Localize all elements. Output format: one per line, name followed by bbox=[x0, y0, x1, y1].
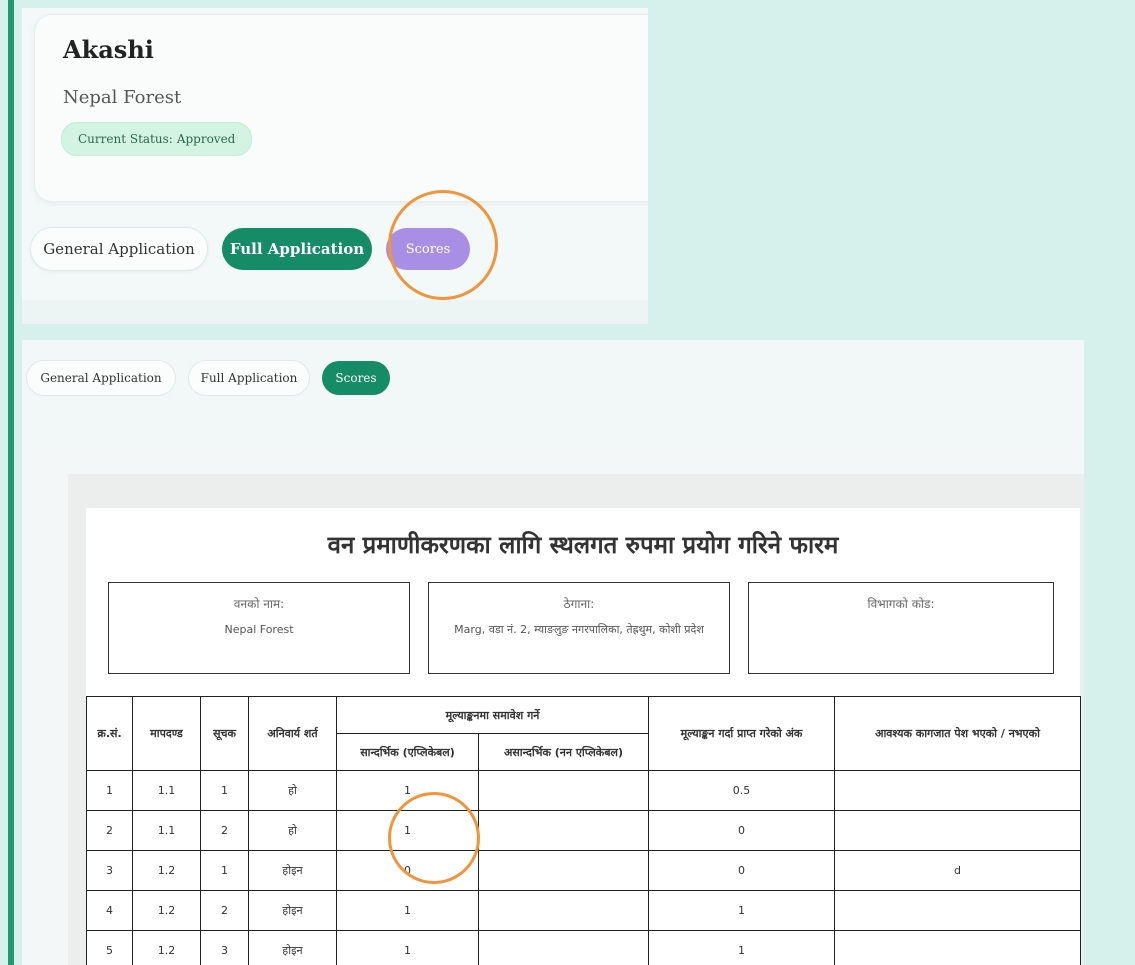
cell-indicator: 1 bbox=[200, 850, 249, 891]
cell-criteria: 1.1 bbox=[132, 810, 201, 851]
tab-scores[interactable]: Scores bbox=[386, 228, 470, 270]
address-box: ठेगाना: Marg, वडा नं. 2, म्याङलुङ नगरपाल… bbox=[428, 582, 730, 674]
cell-criteria: 1.2 bbox=[132, 850, 201, 891]
cell-mandatory: हो bbox=[248, 770, 337, 811]
header-applicable: सान्दर्भिक (एप्लिकेबल) bbox=[336, 733, 479, 771]
applicant-card: Akashi Nepal Forest Current Status: Appr… bbox=[34, 14, 648, 202]
tab-general-application[interactable]: General Application bbox=[30, 227, 208, 271]
cell-not-applicable bbox=[478, 890, 649, 931]
cell-not-applicable bbox=[478, 930, 649, 965]
cell-sn: 1 bbox=[86, 770, 133, 811]
tab-general-application[interactable]: General Application bbox=[26, 360, 176, 396]
cell-sn: 3 bbox=[86, 850, 133, 891]
cell-applicable: 1 bbox=[336, 930, 479, 965]
cell-applicable: 1 bbox=[336, 810, 479, 851]
cell-score: 0 bbox=[648, 850, 835, 891]
header-include-group: मूल्याङ्कनमा समावेश गर्ने bbox=[336, 696, 649, 734]
dept-code-label: विभागको कोड: bbox=[867, 597, 935, 611]
cell-not-applicable bbox=[478, 810, 649, 851]
forest-name: Nepal Forest bbox=[63, 87, 182, 108]
scores-panel: General Application Full Application Sco… bbox=[22, 340, 1084, 965]
table-row: 2 1.1 2 हो 1 0 bbox=[86, 810, 1081, 851]
cell-not-applicable bbox=[478, 850, 649, 891]
cell-score: 0 bbox=[648, 810, 835, 851]
cell-mandatory: होइन bbox=[248, 930, 337, 965]
dept-code-box: विभागको कोड: bbox=[748, 582, 1054, 674]
cell-applicable: 0 bbox=[336, 850, 479, 891]
cell-docs: d bbox=[834, 850, 1081, 891]
forest-name-box: वनको नाम: Nepal Forest bbox=[108, 582, 410, 674]
cell-applicable: 1 bbox=[336, 770, 479, 811]
table-row: 3 1.2 1 होइन 0 0 d bbox=[86, 850, 1081, 891]
forest-name-label: वनको नाम: bbox=[233, 597, 285, 611]
score-form-document: वन प्रमाणीकरणका लागि स्थलगत रुपमा प्रयोग… bbox=[86, 508, 1081, 965]
cell-indicator: 3 bbox=[200, 930, 249, 965]
cell-docs bbox=[834, 810, 1081, 851]
left-accent-bar bbox=[8, 0, 14, 965]
cell-mandatory: होइन bbox=[248, 890, 337, 931]
table-row: 4 1.2 2 होइन 1 1 bbox=[86, 890, 1081, 931]
application-tabs-2: General Application Full Application Sco… bbox=[26, 360, 402, 396]
scores-table: क्र.सं. मापदण्ड सूचक अनिवार्य शर्त मूल्य… bbox=[86, 696, 1081, 965]
applicant-name: Akashi bbox=[63, 35, 154, 64]
cell-not-applicable bbox=[478, 770, 649, 811]
tab-scores[interactable]: Scores bbox=[322, 361, 390, 395]
cell-score: 0.5 bbox=[648, 770, 835, 811]
cell-indicator: 1 bbox=[200, 770, 249, 811]
forest-name-value: Nepal Forest bbox=[224, 623, 294, 636]
cell-applicable: 1 bbox=[336, 890, 479, 931]
cell-mandatory: हो bbox=[248, 810, 337, 851]
form-title: वन प्रमाणीकरणका लागि स्थलगत रुपमा प्रयोग… bbox=[327, 531, 839, 559]
address-value: Marg, वडा नं. 2, म्याङलुङ नगरपालिका, तेह… bbox=[454, 623, 704, 636]
cell-docs bbox=[834, 890, 1081, 931]
cell-mandatory: होइन bbox=[248, 850, 337, 891]
tab-full-application[interactable]: Full Application bbox=[188, 360, 310, 396]
table-row: 1 1.1 1 हो 1 0.5 bbox=[86, 770, 1081, 811]
cell-docs bbox=[834, 770, 1081, 811]
application-tabs: General Application Full Application Sco… bbox=[30, 226, 484, 272]
applicant-header-panel: Akashi Nepal Forest Current Status: Appr… bbox=[22, 8, 648, 324]
cell-criteria: 1.1 bbox=[132, 770, 201, 811]
header-indicator: सूचक bbox=[200, 696, 249, 771]
header-criteria: मापदण्ड bbox=[132, 696, 201, 771]
status-label: Current Status: bbox=[78, 132, 173, 146]
cell-sn: 4 bbox=[86, 890, 133, 931]
panel-divider bbox=[22, 300, 648, 324]
cell-criteria: 1.2 bbox=[132, 930, 201, 965]
header-mandatory: अनिवार्य शर्त bbox=[248, 696, 337, 771]
cell-sn: 2 bbox=[86, 810, 133, 851]
status-value: Approved bbox=[176, 132, 236, 146]
address-label: ठेगाना: bbox=[563, 597, 595, 611]
header-not-applicable: असान्दर्भिक (नन एप्लिकेबल) bbox=[478, 733, 649, 771]
tab-full-application[interactable]: Full Application bbox=[222, 228, 372, 270]
header-score: मूल्याङ्कन गर्दा प्राप्त गरेको अंक bbox=[648, 696, 835, 771]
cell-score: 1 bbox=[648, 930, 835, 965]
cell-docs bbox=[834, 930, 1081, 965]
cell-indicator: 2 bbox=[200, 810, 249, 851]
cell-criteria: 1.2 bbox=[132, 890, 201, 931]
cell-score: 1 bbox=[648, 890, 835, 931]
header-sn: क्र.सं. bbox=[86, 696, 133, 771]
cell-indicator: 2 bbox=[200, 890, 249, 931]
cell-sn: 5 bbox=[86, 930, 133, 965]
table-row: 5 1.2 3 होइन 1 1 bbox=[86, 930, 1081, 965]
header-docs: आवश्यक कागजात पेश भएको / नभएको bbox=[834, 696, 1081, 771]
status-badge: Current Status: Approved bbox=[61, 122, 253, 156]
